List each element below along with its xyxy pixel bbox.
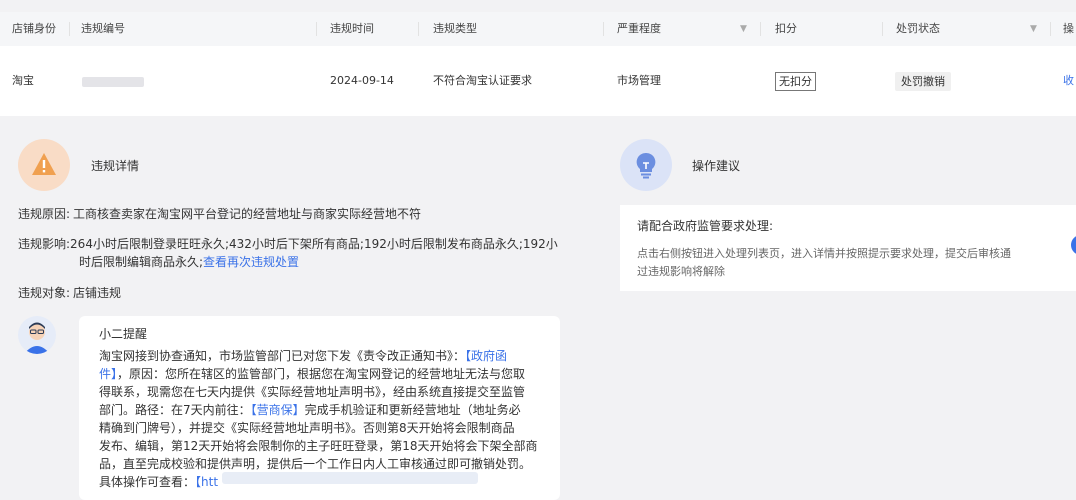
- col-divider: [418, 22, 419, 36]
- col-divider: [603, 22, 604, 36]
- col-shop-identity: 店铺身份: [12, 22, 56, 35]
- col-violation-type: 违规类型: [433, 22, 477, 35]
- tip-line: 得联系，现需您在七天内提供《实际经营地址声明书》，经由系统直接提交至监管: [99, 385, 526, 399]
- view-repeat-penalty-link[interactable]: 查看再次违规处置: [203, 255, 299, 269]
- violation-reason: 违规原因: 工商核查卖家在淘宝网平台登记的经营地址与商家实际经营地不符: [18, 204, 563, 224]
- violation-id-redacted: [82, 77, 144, 87]
- cell-shop-identity: 淘宝: [12, 74, 34, 87]
- col-penalty-status: 处罚状态: [896, 22, 940, 35]
- col-divider: [1050, 22, 1051, 36]
- tip-line: 发布、编辑，第12天开始将会限制你的主子旺旺登录，第18天开始将会下架全部商: [99, 439, 538, 453]
- col-deduction: 扣分: [775, 22, 797, 35]
- violation-target: 违规对象: 店铺违规: [18, 283, 563, 303]
- filter-icon[interactable]: ▼: [1030, 12, 1037, 46]
- table-header: 店铺身份 违规编号 违规时间 违规类型 严重程度 ▼ 扣分 处罚状态 ▼ 操: [0, 12, 1076, 46]
- impact-label: 违规影响:: [18, 237, 71, 251]
- col-violation-id: 违规编号: [81, 22, 125, 35]
- col-divider: [882, 22, 883, 36]
- deduction-tag: 无扣分: [775, 72, 816, 91]
- violation-impact: 违规影响:264小时后限制登录旺旺永久;432小时后下架所有商品;192小时后限…: [18, 234, 563, 254]
- impact-line1: 264小时后限制登录旺旺永久;432小时后下架所有商品;192小时后限制发布商品…: [70, 237, 558, 251]
- reason-value: 工商核查卖家在淘宝网平台登记的经营地址与商家实际经营地不符: [73, 207, 422, 221]
- reason-label: 违规原因:: [18, 207, 71, 221]
- details-title: 违规详情: [91, 159, 140, 173]
- detail-url-link[interactable]: 【htt: [195, 475, 218, 489]
- cell-type: 不符合淘宝认证要求: [433, 74, 532, 87]
- cell-severity: 市场管理: [617, 74, 661, 87]
- warning-icon: [32, 153, 56, 175]
- advice-title: 操作建议: [692, 159, 741, 173]
- impact-line2: 时后限制编辑商品永久;: [79, 255, 204, 269]
- tip-title: 小二提醒: [99, 327, 148, 341]
- advice-line: 点击右侧按钮进入处理列表页，进入详情并按照提示要求处理，提交后审核通: [637, 247, 1011, 260]
- lightbulb-icon: [636, 152, 656, 179]
- advice-body: 点击右侧按钮进入处理列表页，进入详情并按照提示要求处理，提交后审核通 过违规影响…: [637, 245, 1057, 281]
- advice-line: 过违规影响将解除: [637, 265, 725, 278]
- avatar: [18, 316, 56, 354]
- status-badge: 处罚撤销: [895, 72, 951, 91]
- person-icon: [24, 322, 50, 354]
- violation-impact-cont: 时后限制编辑商品永久;查看再次违规处置: [79, 252, 624, 272]
- tip-line: 部门。路径：在7天内前往：【营商保】完成手机验证和更新经营地址（地址务必: [99, 403, 521, 417]
- url-redacted: [222, 472, 478, 484]
- col-divider: [69, 22, 70, 36]
- filter-icon[interactable]: ▼: [740, 12, 747, 46]
- tip-body: 淘宝网接到协查通知，市场监管部门已对您下发《责令改正通知书》：【政府函 件】，原…: [99, 347, 544, 491]
- gov-letter-link[interactable]: 【政府函: [465, 349, 507, 363]
- col-operation: 操: [1063, 22, 1074, 35]
- business-guard-link[interactable]: 【营商保】: [251, 403, 305, 417]
- col-severity: 严重程度: [617, 22, 661, 35]
- cell-time: 2024-09-14: [330, 74, 394, 87]
- target-label: 违规对象:: [18, 286, 71, 300]
- tip-line: 精确到门牌号），并提交《实际经营地址声明书》。否则第8天开始将会限制商品: [99, 421, 515, 435]
- table-row: 淘宝 2024-09-14 不符合淘宝认证要求 市场管理 无扣分 处罚撤销 收: [0, 46, 1076, 116]
- tip-line: 品，直至完成校验和提供声明，提供后一个工作日内人工审核通过即可撤销处罚。: [99, 457, 532, 471]
- row-action-link[interactable]: 收: [1063, 46, 1074, 116]
- advice-heading: 请配合政府监管要求处理:: [637, 219, 774, 233]
- col-divider: [316, 22, 317, 36]
- col-violation-time: 违规时间: [330, 22, 374, 35]
- gov-letter-link[interactable]: 件】: [99, 367, 117, 381]
- target-value: 店铺违规: [73, 286, 122, 300]
- tip-line: 件】，原因：您所在辖区的监管部门，根据您在淘宝网登记的经营地址无法与您取: [99, 367, 526, 381]
- col-divider: [760, 22, 761, 36]
- tip-line: 淘宝网接到协查通知，市场监管部门已对您下发《责令改正通知书》：【政府函: [99, 349, 508, 363]
